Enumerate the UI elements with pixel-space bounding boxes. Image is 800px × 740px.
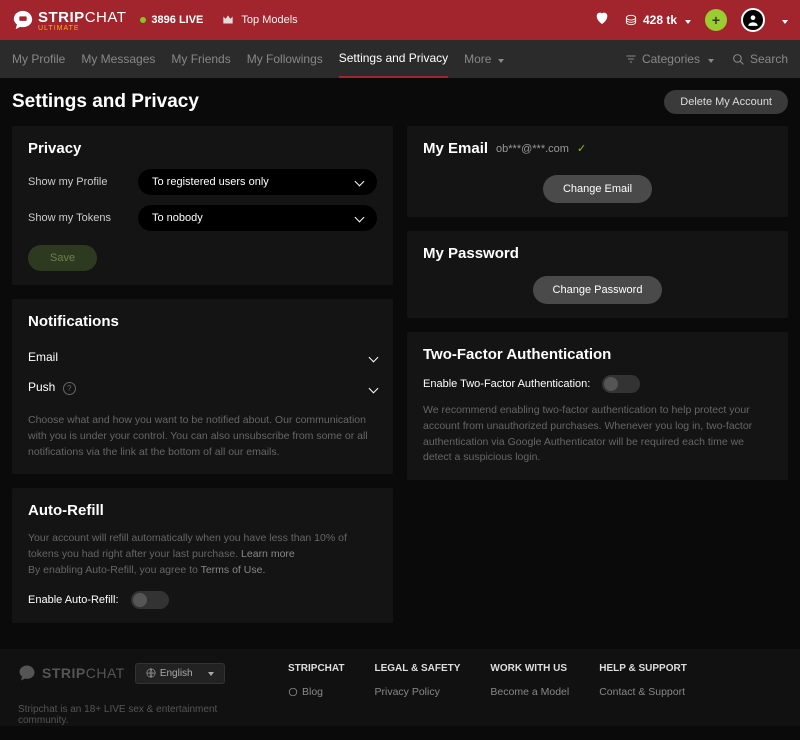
notifications-title: Notifications — [28, 313, 377, 330]
notif-email-row[interactable]: Email — [28, 342, 377, 372]
footer-link-model[interactable]: Become a Model — [490, 686, 569, 698]
top-models-link[interactable]: Top Models — [221, 13, 297, 27]
blog-icon — [288, 687, 298, 697]
footer-col-stripchat: STRIPCHAT Blog — [288, 663, 344, 726]
add-tokens-button[interactable]: + — [705, 9, 727, 31]
help-icon[interactable]: ? — [63, 382, 76, 395]
autorefill-toggle[interactable] — [131, 591, 169, 609]
show-profile-select[interactable]: To registered users only — [138, 169, 377, 195]
logo-bubble-icon — [12, 9, 34, 31]
tfa-note: We recommend enabling two-factor authent… — [423, 403, 772, 466]
notif-push-row[interactable]: Push ? — [28, 372, 377, 403]
terms-link[interactable]: Terms of Use. — [201, 564, 266, 576]
autorefill-title: Auto-Refill — [28, 502, 377, 519]
nav-my-followings[interactable]: My Followings — [247, 52, 323, 66]
tfa-title: Two-Factor Authentication — [423, 346, 772, 363]
footer-logo[interactable]: STRIPCHAT — [18, 664, 125, 682]
live-count[interactable]: 3896 LIVE — [140, 14, 203, 26]
search-button[interactable]: Search — [732, 52, 788, 66]
show-profile-label: Show my Profile — [28, 176, 128, 188]
language-select[interactable]: English — [135, 663, 225, 684]
favorites-icon[interactable] — [594, 10, 610, 30]
brand-logo[interactable]: STRIPCHAT ULTIMATE — [12, 9, 126, 32]
autorefill-note: Your account will refill automatically w… — [28, 531, 377, 578]
token-balance[interactable]: 428 tk — [624, 13, 691, 27]
chevron-down-icon — [495, 52, 504, 66]
logo-bubble-icon — [18, 664, 36, 682]
notifications-card: Notifications Email Push ? Choose what a… — [12, 299, 393, 474]
brand-main: STRIP — [38, 9, 85, 26]
user-avatar[interactable] — [741, 8, 765, 32]
email-title: My Email — [423, 140, 488, 157]
chevron-down-icon — [682, 13, 691, 27]
show-tokens-label: Show my Tokens — [28, 212, 128, 224]
tokens-icon — [624, 13, 638, 27]
show-tokens-select[interactable]: To nobody — [138, 205, 377, 231]
nav-my-friends[interactable]: My Friends — [171, 52, 230, 66]
privacy-title: Privacy — [28, 140, 377, 157]
privacy-save-button[interactable]: Save — [28, 245, 97, 271]
footer-col-legal: LEGAL & SAFETY Privacy Policy — [374, 663, 460, 726]
password-title: My Password — [423, 245, 772, 262]
learn-more-link[interactable]: Learn more — [241, 548, 295, 560]
delete-account-button[interactable]: Delete My Account — [664, 90, 788, 114]
tfa-toggle-label: Enable Two-Factor Authentication: — [423, 378, 590, 390]
page-title: Settings and Privacy — [12, 91, 199, 113]
nav-my-profile[interactable]: My Profile — [12, 52, 65, 66]
crown-icon — [221, 13, 235, 27]
chevron-down-icon — [356, 176, 363, 188]
categories-button[interactable]: Categories — [625, 52, 714, 66]
nav-my-messages[interactable]: My Messages — [81, 52, 155, 66]
privacy-card: Privacy Show my Profile To registered us… — [12, 126, 393, 285]
filter-icon — [625, 53, 637, 65]
footer-link-contact[interactable]: Contact & Support — [599, 686, 687, 698]
nav-settings-privacy[interactable]: Settings and Privacy — [339, 51, 448, 78]
footer-col-work: WORK WITH US Become a Model — [490, 663, 569, 726]
navbar: My Profile My Messages My Friends My Fol… — [0, 40, 800, 78]
verified-icon: ✓ — [577, 142, 586, 155]
tfa-toggle[interactable] — [602, 375, 640, 393]
brand-sub: CHAT — [85, 9, 127, 26]
chevron-down-icon[interactable] — [779, 11, 788, 29]
tfa-card: Two-Factor Authentication Enable Two-Fac… — [407, 332, 788, 480]
footer-tagline: Stripchat is an 18+ LIVE sex & entertain… — [18, 704, 258, 726]
change-password-button[interactable]: Change Password — [533, 276, 663, 304]
chevron-down-icon — [370, 381, 377, 395]
notifications-note: Choose what and how you want to be notif… — [28, 413, 377, 460]
footer-link-privacy[interactable]: Privacy Policy — [374, 686, 460, 698]
globe-icon — [146, 668, 156, 678]
search-icon — [732, 53, 745, 66]
chevron-down-icon — [205, 668, 214, 679]
autorefill-card: Auto-Refill Your account will refill aut… — [12, 488, 393, 622]
autorefill-toggle-label: Enable Auto-Refill: — [28, 594, 119, 606]
chevron-down-icon — [370, 350, 377, 364]
email-card: My Email ob***@***.com ✓ Change Email — [407, 126, 788, 217]
email-value: ob***@***.com — [496, 143, 569, 155]
chevron-down-icon — [356, 212, 363, 224]
live-dot-icon — [140, 17, 146, 23]
footer-col-help: HELP & SUPPORT Contact & Support — [599, 663, 687, 726]
footer: STRIPCHAT English Stripchat is an 18+ LI… — [0, 649, 800, 726]
chevron-down-icon — [705, 52, 714, 66]
footer-link-blog[interactable]: Blog — [288, 686, 344, 698]
change-email-button[interactable]: Change Email — [543, 175, 652, 203]
password-card: My Password Change Password — [407, 231, 788, 318]
topbar: STRIPCHAT ULTIMATE 3896 LIVE Top Models … — [0, 0, 800, 40]
nav-more[interactable]: More — [464, 52, 504, 66]
